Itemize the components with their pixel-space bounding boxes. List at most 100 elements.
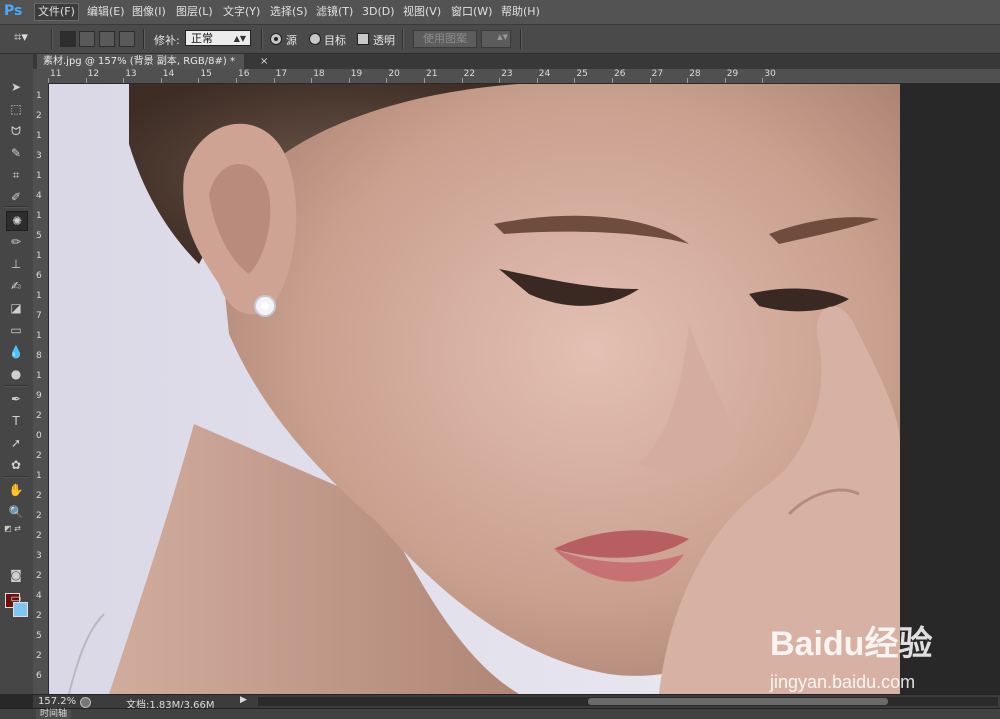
- ruler-label: 23: [501, 69, 513, 79]
- source-radio[interactable]: [270, 33, 282, 45]
- transparent-label: 透明: [373, 34, 395, 47]
- ruler-tick: [198, 78, 200, 83]
- subtract-selection-button[interactable]: [99, 31, 115, 47]
- intersect-selection-button[interactable]: [119, 31, 135, 47]
- ruler-label: 29: [726, 69, 739, 79]
- target-label: 目标: [324, 34, 346, 47]
- ruler-label: 30: [764, 69, 776, 79]
- ruler-label: 1: [36, 171, 42, 181]
- screen-mode-icon[interactable]: ▭: [6, 589, 26, 607]
- ruler-label: 24: [538, 69, 551, 79]
- shape-tool-icon[interactable]: ✿: [6, 456, 26, 474]
- patch-tool-icon[interactable]: ✺: [6, 211, 28, 231]
- menu-type[interactable]: 文字(Y): [220, 4, 263, 20]
- ruler-label: 1: [36, 131, 42, 141]
- ruler-label: 21: [426, 69, 438, 79]
- blur-tool-icon[interactable]: 💧: [6, 343, 26, 361]
- ruler-tick: [273, 78, 275, 83]
- ruler-label: 0: [36, 431, 42, 441]
- horizontal-ruler[interactable]: 11 12 13 14 15 16 17 18 19 20 21 22 23 24 25 26 27 28 29 30: [48, 69, 1000, 84]
- ruler-label: 19: [350, 69, 363, 79]
- watermark-brand: Baidu经验: [770, 625, 933, 663]
- patch-tool-preset-icon[interactable]: ⌗▾: [14, 29, 38, 47]
- new-selection-button[interactable]: [60, 31, 76, 47]
- ruler-label: 2: [36, 511, 42, 521]
- vertical-ruler[interactable]: 1 2 1 3 1 4 1 5 1 6 1 7 1 8 1 9 2 0 2 1 2 2 2 3 2 4 2 5 2 6: [33, 83, 49, 694]
- pattern-picker[interactable]: ▲▼: [481, 30, 511, 48]
- ruler-label: 18: [313, 69, 325, 79]
- ruler-label: 27: [651, 69, 664, 79]
- zoom-tool-icon[interactable]: 🔍: [6, 503, 26, 521]
- scrollbar-thumb[interactable]: [588, 698, 888, 705]
- watermark-url: jingyan.baidu.com: [770, 672, 916, 692]
- ruler-label: 5: [36, 231, 42, 241]
- menu-layer[interactable]: 图层(L): [173, 4, 216, 20]
- ruler-tick: [574, 78, 576, 83]
- ruler-tick: [424, 78, 425, 83]
- transparent-checkbox[interactable]: [357, 33, 369, 45]
- quick-mask-icon[interactable]: ◙: [6, 566, 26, 584]
- ruler-label: 2: [36, 651, 42, 661]
- history-brush-tool-icon[interactable]: ✍: [6, 277, 26, 295]
- ruler-label: 9: [36, 391, 42, 401]
- ruler-tick: [386, 78, 388, 83]
- ruler-label: 13: [125, 69, 137, 79]
- ruler-tick: [236, 78, 237, 83]
- ruler-tick: [724, 78, 726, 83]
- ruler-label: 1: [36, 211, 42, 221]
- ruler-label: 26: [614, 69, 626, 79]
- use-pattern-button[interactable]: 使用图案: [413, 30, 477, 48]
- menu-3d[interactable]: 3D(D): [359, 4, 398, 20]
- type-tool-icon[interactable]: T: [6, 412, 26, 430]
- status-menu-arrow-icon[interactable]: ▶: [240, 695, 247, 705]
- ruler-tick: [612, 78, 613, 83]
- marquee-tool-icon[interactable]: ⬚: [6, 100, 26, 118]
- crop-tool-icon[interactable]: ⌗: [6, 166, 26, 184]
- close-icon[interactable]: ×: [260, 54, 268, 69]
- ruler-tick: [123, 78, 125, 83]
- ruler-label: 6: [36, 271, 42, 281]
- status-bar: 157.2% 文档:1.83M/3.66M ▶: [33, 694, 1000, 711]
- eraser-tool-icon[interactable]: ◪: [6, 299, 26, 317]
- brush-tool-icon[interactable]: ✏: [6, 233, 26, 251]
- ruler-label: 3: [36, 551, 42, 561]
- ruler-label: 6: [36, 671, 42, 681]
- ruler-label: 2: [36, 491, 42, 501]
- tools-panel: ➤ ⬚ ᗢ ✎ ⌗ ✐ ✺ ✏ ⊥ ✍ ◪ ▭ 💧 ● ✒ T ➚ ✿ ✋ 🔍 …: [0, 54, 34, 694]
- target-radio[interactable]: [309, 33, 321, 45]
- move-tool-icon[interactable]: ➤: [6, 78, 26, 96]
- pen-tool-icon[interactable]: ✒: [6, 390, 26, 408]
- menu-window[interactable]: 窗口(W): [448, 4, 495, 20]
- eyedropper-tool-icon[interactable]: ✐: [6, 188, 26, 206]
- swap-colors-icon[interactable]: ◩ ⇄: [4, 524, 21, 533]
- menu-view[interactable]: 视图(V): [400, 4, 444, 20]
- ruler-corner[interactable]: [33, 69, 48, 83]
- menu-select[interactable]: 选择(S): [267, 4, 311, 20]
- portrait-photo: [49, 84, 900, 694]
- hand-tool-icon[interactable]: ✋: [6, 481, 26, 499]
- ruler-label: 20: [388, 69, 400, 79]
- menu-help[interactable]: 帮助(H): [498, 4, 543, 20]
- menu-filter[interactable]: 滤镜(T): [313, 4, 356, 20]
- ruler-label: 1: [36, 471, 42, 481]
- zoom-level[interactable]: 157.2%: [38, 696, 76, 707]
- ruler-label: 12: [87, 69, 100, 79]
- quick-selection-tool-icon[interactable]: ✎: [6, 144, 26, 162]
- patch-mode-select[interactable]: 正常 ▲▼: [185, 30, 251, 46]
- lasso-tool-icon[interactable]: ᗢ: [6, 122, 26, 140]
- baidu-watermark: Baidu经验 jingyan.baidu.com: [770, 608, 1000, 694]
- horizontal-scrollbar[interactable]: [258, 697, 998, 706]
- ruler-tick: [687, 78, 689, 83]
- document-tab-title: 素材.jpg @ 157% (背景 副本, RGB/8#) *: [43, 56, 235, 67]
- gradient-tool-icon[interactable]: ▭: [6, 321, 26, 339]
- document-tab[interactable]: 素材.jpg @ 157% (背景 副本, RGB/8#) *: [37, 54, 244, 69]
- menu-edit[interactable]: 编辑(E): [84, 4, 128, 20]
- menu-file[interactable]: 文件(F): [34, 3, 79, 21]
- add-to-selection-button[interactable]: [79, 31, 95, 47]
- clone-stamp-tool-icon[interactable]: ⊥: [6, 255, 26, 273]
- menu-image[interactable]: 图像(I): [129, 4, 169, 20]
- canvas-area[interactable]: [49, 84, 1000, 694]
- dodge-tool-icon[interactable]: ●: [6, 365, 26, 383]
- path-selection-tool-icon[interactable]: ➚: [6, 434, 26, 452]
- ruler-tick: [461, 78, 463, 83]
